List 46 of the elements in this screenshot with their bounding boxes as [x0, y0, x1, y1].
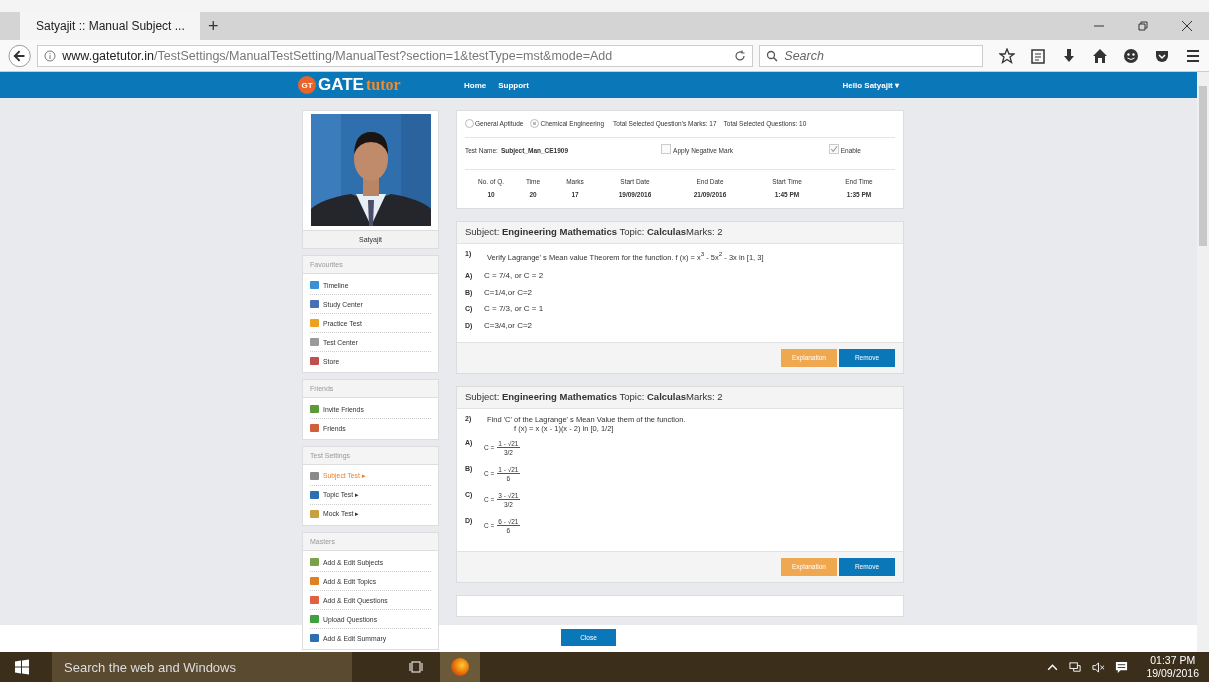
option-text: C=1/4,or C=2: [484, 287, 533, 297]
option-text: C = 7/3, or C = 1: [484, 304, 544, 314]
url-host: www.gatetutor.in: [62, 48, 154, 63]
search-icon: [766, 49, 779, 62]
windows-icon[interactable]: [14, 659, 30, 675]
logo-text: GATE: [318, 75, 364, 95]
user-menu[interactable]: Hello Satyajit ▾: [842, 80, 899, 90]
restore-icon[interactable]: [1137, 20, 1149, 32]
menu-icon[interactable]: [1185, 47, 1201, 64]
browser-tab[interactable]: Satyajit :: Manual Subject ...: [20, 12, 200, 40]
task-view-icon[interactable]: [408, 659, 424, 675]
reload-icon[interactable]: [734, 49, 747, 62]
question-header: Subject: Engineering Mathematics Topic: CalculasMarks: 2: [457, 386, 903, 409]
smiley-icon[interactable]: [1123, 47, 1139, 64]
new-tab-button[interactable]: +: [200, 12, 227, 40]
tab-title: Satyajit :: Manual Subject ...: [36, 19, 185, 33]
muted-speaker-icon[interactable]: [1092, 660, 1106, 674]
star-icon[interactable]: [999, 47, 1015, 64]
scrollbar[interactable]: [1197, 72, 1209, 652]
checkbox[interactable]: [661, 144, 672, 154]
checkbox[interactable]: [828, 144, 839, 154]
clipboard-icon[interactable]: [1030, 47, 1046, 64]
back-icon[interactable]: [8, 43, 32, 68]
nav-link[interactable]: Support: [498, 80, 529, 90]
network-icon[interactable]: [1069, 660, 1083, 674]
logo-badge: GT: [298, 76, 316, 94]
home-icon[interactable]: [1092, 47, 1108, 64]
nav-link[interactable]: Home: [464, 80, 487, 90]
option-text: C=3/4,or C=2: [484, 320, 533, 330]
url-field[interactable]: www.gatetutor.in/TestSettings/ManualTestSetting/ManualTest?section=1&testType=mst&mode=Add: [37, 44, 754, 67]
logo-text: tutor: [365, 76, 401, 94]
radio-button[interactable]: [465, 119, 474, 128]
clock-time: 01:37 PM: [1150, 654, 1196, 667]
question-header: Subject: Engineering Mathematics Topic: CalculasMarks: 2: [457, 222, 903, 244]
info-icon: [44, 49, 57, 62]
url-path: /TestSettings/ManualTestSetting/ManualTest?section=1&testType=mst&mode=Add: [154, 48, 613, 63]
radio-button[interactable]: [530, 119, 540, 128]
search-field[interactable]: Search: [759, 44, 983, 67]
close-icon[interactable]: [1181, 20, 1193, 32]
search-field[interactable]: Search the web and Windows: [52, 652, 352, 682]
search-placeholder: Search: [784, 48, 824, 63]
option-text: C = 7/4, or C = 2: [484, 271, 544, 281]
clock-date: 19/09/2016: [1146, 667, 1199, 680]
download-icon[interactable]: [1061, 47, 1077, 64]
notification-icon[interactable]: [1115, 660, 1129, 674]
browser-app-icon[interactable]: [440, 652, 480, 682]
